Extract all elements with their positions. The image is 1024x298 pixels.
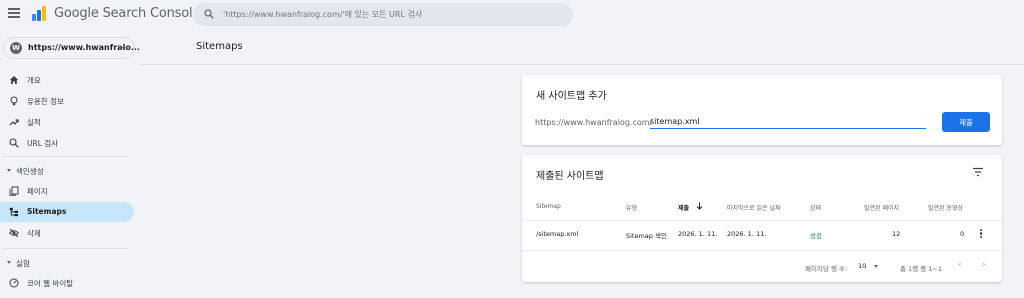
sidebar-item-label: 페이지 (27, 187, 48, 196)
sidebar-item-label: 삭제 (27, 229, 41, 238)
section-label: 색인생성 (16, 167, 44, 176)
cell-pages: 12 (892, 230, 901, 238)
add-sitemap-title: 새 사이트맵 추가 (536, 91, 607, 102)
sidebar-item-core-web-vitals[interactable]: 코어 웹 바이탈 (0, 273, 134, 293)
add-sitemap-card: 새 사이트맵 추가 https://www.hwanfralog.com/ 제출 (522, 75, 1002, 145)
title-divider (140, 64, 1024, 65)
trending-up-icon (9, 119, 19, 126)
next-page-icon[interactable]: › (982, 260, 992, 270)
sidebar-item-performance[interactable]: 실적 (0, 112, 134, 132)
submitted-sitemaps-title: 제출된 사이트맵 (536, 171, 604, 182)
sidebar-item-label: URL 검사 (27, 139, 59, 148)
rows-per-page-label: 페이지당 행 수: (805, 265, 848, 273)
chevron-down-icon[interactable] (874, 265, 878, 268)
table-row[interactable]: /sitemap.xml Sitemap 색인 2026. 1. 11. 202… (522, 221, 1002, 249)
chevron-down-icon (118, 47, 124, 50)
cell-status: 성공 (810, 232, 822, 240)
search-input[interactable] (223, 3, 563, 26)
cell-submitted: 2026. 1. 11. (678, 230, 718, 238)
cell-last-read: 2026. 1. 11. (727, 230, 767, 238)
sidebar-item-label: 코어 웹 바이탈 (27, 279, 74, 288)
column-header-submitted[interactable]: 제출 (678, 203, 689, 212)
filter-icon[interactable] (972, 167, 984, 177)
sidebar-item-label: 실적 (27, 118, 41, 127)
sidebar-item-url-inspection[interactable]: URL 검사 (0, 133, 134, 153)
section-indexing[interactable]: 색인생성 (0, 163, 134, 179)
home-icon (9, 76, 19, 84)
search-icon (204, 9, 214, 19)
app-title: Google Search Console (54, 6, 201, 21)
wordpress-icon: W (10, 42, 22, 54)
cell-videos: 0 (960, 230, 965, 238)
sidebar-divider (3, 248, 128, 249)
sitemap-url-input[interactable] (650, 115, 926, 129)
column-header-last-read[interactable]: 마지막으로 읽은 날짜 (727, 203, 781, 212)
property-selector[interactable]: W https://www.hwanfralo... (3, 37, 140, 59)
url-inspection-search[interactable] (193, 3, 573, 26)
cell-type: Sitemap 색인 (626, 232, 667, 240)
visibility-off-icon (9, 228, 19, 238)
sidebar-item-label: 유용한 정보 (27, 97, 64, 106)
more-vert-icon[interactable] (980, 229, 984, 239)
sidebar-item-pages[interactable]: 페이지 (0, 181, 134, 201)
sidebar-divider (3, 156, 128, 157)
caret-down-icon (7, 261, 11, 264)
sidebar-item-removals[interactable]: 삭제 (0, 223, 134, 243)
column-header-sitemap[interactable]: Sitemap (536, 203, 561, 210)
sitemap-icon (9, 207, 18, 217)
top-bar: Google Search Console (0, 0, 1024, 30)
url-prefix: https://www.hwanfralog.com/ (535, 118, 653, 127)
sidebar-item-label: Sitemaps (27, 207, 67, 216)
column-header-discovered-videos[interactable]: 발견된 동영상 (928, 203, 963, 212)
section-label: 실험 (16, 259, 30, 268)
lightbulb-icon (10, 96, 18, 106)
row-divider (522, 250, 1002, 251)
hamburger-menu-icon[interactable] (8, 8, 20, 20)
prev-page-icon[interactable]: ‹ (958, 260, 968, 270)
column-header-type[interactable]: 유형 (626, 203, 637, 212)
sidebar-item-insights[interactable]: 유용한 정보 (0, 91, 134, 111)
sidebar-item-label: 개요 (27, 76, 41, 85)
pagination-range: 총 1행 중 1~1 (900, 265, 942, 273)
submit-button[interactable]: 제출 (942, 112, 990, 132)
column-header-discovered-pages[interactable]: 발견된 페이지 (864, 203, 899, 212)
pages-icon (9, 186, 19, 196)
sidebar-item-overview[interactable]: 개요 (0, 70, 134, 90)
submitted-sitemaps-card: 제출된 사이트맵 Sitemap 유형 제출 마지막으로 읽은 날짜 상태 발견… (522, 155, 1002, 282)
search-console-logo (32, 6, 46, 21)
caret-down-icon (7, 169, 11, 172)
page-title: Sitemaps (196, 41, 243, 52)
sidebar: W https://www.hwanfralo... 개요 유용한 정보 실적 … (0, 30, 140, 298)
column-header-status[interactable]: 상태 (810, 203, 821, 212)
arrow-down-icon[interactable] (696, 202, 703, 210)
sidebar-item-sitemaps[interactable]: Sitemaps (0, 202, 134, 222)
speed-gauge-icon (9, 278, 19, 288)
rows-per-page-select[interactable]: 10 (858, 262, 866, 270)
section-experience[interactable]: 실험 (0, 255, 134, 271)
search-icon (9, 138, 19, 148)
cell-sitemap: /sitemap.xml (536, 230, 579, 238)
